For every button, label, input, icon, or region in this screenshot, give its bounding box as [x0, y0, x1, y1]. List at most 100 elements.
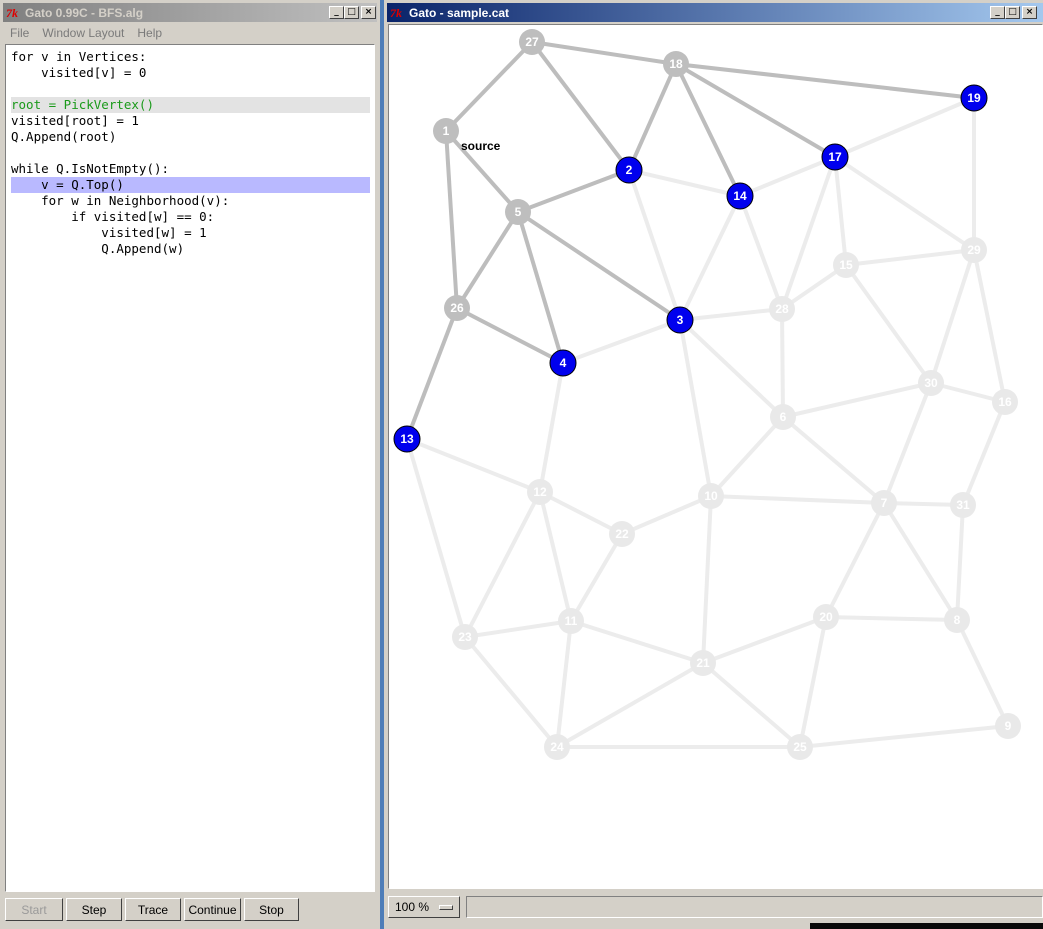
edge-22-10[interactable] [621, 494, 712, 536]
edge-2-14[interactable] [628, 168, 741, 198]
vertex-1[interactable]: 1 [433, 118, 459, 144]
vertex-30[interactable]: 30 [918, 370, 944, 396]
edge-3-4[interactable] [562, 318, 681, 365]
algorithm-code-view[interactable]: for v in Vertices: visited[v] = 0 root = … [5, 44, 375, 892]
vertex-26[interactable]: 26 [444, 295, 470, 321]
edge-26-13[interactable] [405, 307, 459, 440]
code-line[interactable]: visited[v] = 0 [11, 65, 370, 81]
vertex-18[interactable]: 18 [663, 51, 689, 77]
edge-31-8[interactable] [955, 504, 965, 621]
code-line[interactable]: Q.Append(root) [11, 129, 370, 145]
vertex-17[interactable]: 17 [821, 143, 849, 171]
graph-canvas[interactable]: 1 2 3 4 5 6 7 8 9 10 11 12 13 14 15 16 17 18 19 20 21 22 23 24 2… [388, 24, 1043, 889]
edge-2-5[interactable] [517, 168, 630, 214]
vertex-11[interactable]: 11 [558, 608, 584, 634]
edge-15-30[interactable] [844, 263, 933, 385]
edge-13-12[interactable] [406, 437, 541, 494]
minimize-icon[interactable]: _ [329, 6, 344, 19]
vertex-20[interactable]: 20 [813, 604, 839, 630]
vertex-9[interactable]: 9 [995, 713, 1021, 739]
code-line[interactable]: root = PickVertex() [11, 97, 370, 113]
edge-10-21[interactable] [701, 495, 713, 664]
continue-button[interactable]: Continue [184, 898, 241, 921]
maximize-icon[interactable]: □ [344, 6, 359, 19]
edge-18-2[interactable] [627, 63, 678, 171]
edge-23-24[interactable] [463, 635, 559, 749]
edge-12-23[interactable] [463, 491, 542, 638]
vertex-5[interactable]: 5 [505, 199, 531, 225]
stop-button[interactable]: Stop [244, 898, 299, 921]
vertex-16[interactable]: 16 [992, 389, 1018, 415]
edge-17-19[interactable] [834, 96, 975, 159]
vertex-24[interactable]: 24 [544, 734, 570, 760]
edge-27-2[interactable] [530, 40, 631, 172]
edge-20-8[interactable] [825, 615, 958, 622]
edge-5-3[interactable] [516, 210, 682, 322]
code-line[interactable]: for v in Vertices: [11, 49, 370, 65]
code-line[interactable]: if visited[w] == 0: [11, 209, 370, 225]
vertex-15[interactable]: 15 [833, 252, 859, 278]
code-line[interactable] [11, 145, 370, 161]
edge-7-20[interactable] [824, 502, 886, 618]
vertex-23[interactable]: 23 [452, 624, 478, 650]
menu-help[interactable]: Help [130, 26, 168, 40]
vertex-14[interactable]: 14 [726, 182, 754, 210]
edge-4-12[interactable] [538, 362, 565, 493]
zoom-menu[interactable]: 100 % [388, 896, 460, 918]
vertex-31[interactable]: 31 [950, 492, 976, 518]
edge-18-19[interactable] [675, 62, 975, 100]
vertex-21[interactable]: 21 [690, 650, 716, 676]
edge-30-7[interactable] [882, 382, 933, 504]
edge-5-26[interactable] [455, 210, 520, 310]
code-line[interactable]: for w in Neighborhood(v): [11, 193, 370, 209]
vertex-6[interactable]: 6 [770, 404, 796, 430]
close-icon[interactable]: × [361, 6, 376, 19]
edge-6-10[interactable] [709, 415, 785, 498]
edge-2-3[interactable] [627, 169, 682, 321]
code-line[interactable]: while Q.IsNotEmpty(): [11, 161, 370, 177]
vertex-19[interactable]: 19 [960, 84, 988, 112]
edge-11-24[interactable] [555, 620, 573, 748]
edge-25-9[interactable] [799, 724, 1009, 749]
edge-6-7[interactable] [781, 415, 886, 505]
algorithm-window-titlebar[interactable]: 7k Gato 0.99C - BFS.alg _ □ × [3, 3, 377, 22]
edge-14-17[interactable] [739, 155, 836, 198]
edge-28-6[interactable] [780, 308, 785, 418]
edge-11-23[interactable] [464, 619, 572, 639]
vertex-25[interactable]: 25 [787, 734, 813, 760]
vertex-27[interactable]: 27 [519, 29, 545, 55]
edge-21-20[interactable] [702, 615, 827, 665]
vertex-28[interactable]: 28 [769, 296, 795, 322]
vertex-2[interactable]: 2 [615, 156, 643, 184]
edge-12-11[interactable] [538, 491, 573, 622]
vertex-7[interactable]: 7 [871, 490, 897, 516]
vertex-22[interactable]: 22 [609, 521, 635, 547]
edge-29-16[interactable] [972, 249, 1007, 403]
vertex-8[interactable]: 8 [944, 607, 970, 633]
edge-27-18[interactable] [531, 40, 677, 66]
edge-14-28[interactable] [738, 195, 784, 310]
edge-6-30[interactable] [782, 381, 932, 419]
edge-17-29[interactable] [833, 155, 976, 252]
vertex-10[interactable]: 10 [698, 483, 724, 509]
menu-file[interactable]: File [3, 26, 35, 40]
edge-17-15[interactable] [833, 156, 848, 266]
edge-5-4[interactable] [516, 211, 565, 364]
edge-21-25[interactable] [701, 661, 802, 749]
edge-3-28[interactable] [679, 307, 783, 322]
vertex-13[interactable]: 13 [393, 425, 421, 453]
edge-7-8[interactable] [882, 501, 959, 622]
vertex-3[interactable]: 3 [666, 306, 694, 334]
vertex-12[interactable]: 12 [527, 479, 553, 505]
code-line[interactable] [11, 81, 370, 97]
edge-7-10[interactable] [710, 494, 885, 505]
edge-14-3[interactable] [678, 195, 742, 321]
edge-16-31[interactable] [961, 401, 1007, 506]
edge-12-22[interactable] [539, 490, 623, 536]
minimize-icon[interactable]: _ [990, 6, 1005, 19]
code-line[interactable]: Q.Append(w) [11, 241, 370, 257]
vertex-29[interactable]: 29 [961, 237, 987, 263]
edge-11-21[interactable] [570, 619, 704, 665]
edge-17-28[interactable] [780, 156, 837, 310]
edge-29-30[interactable] [929, 249, 976, 384]
